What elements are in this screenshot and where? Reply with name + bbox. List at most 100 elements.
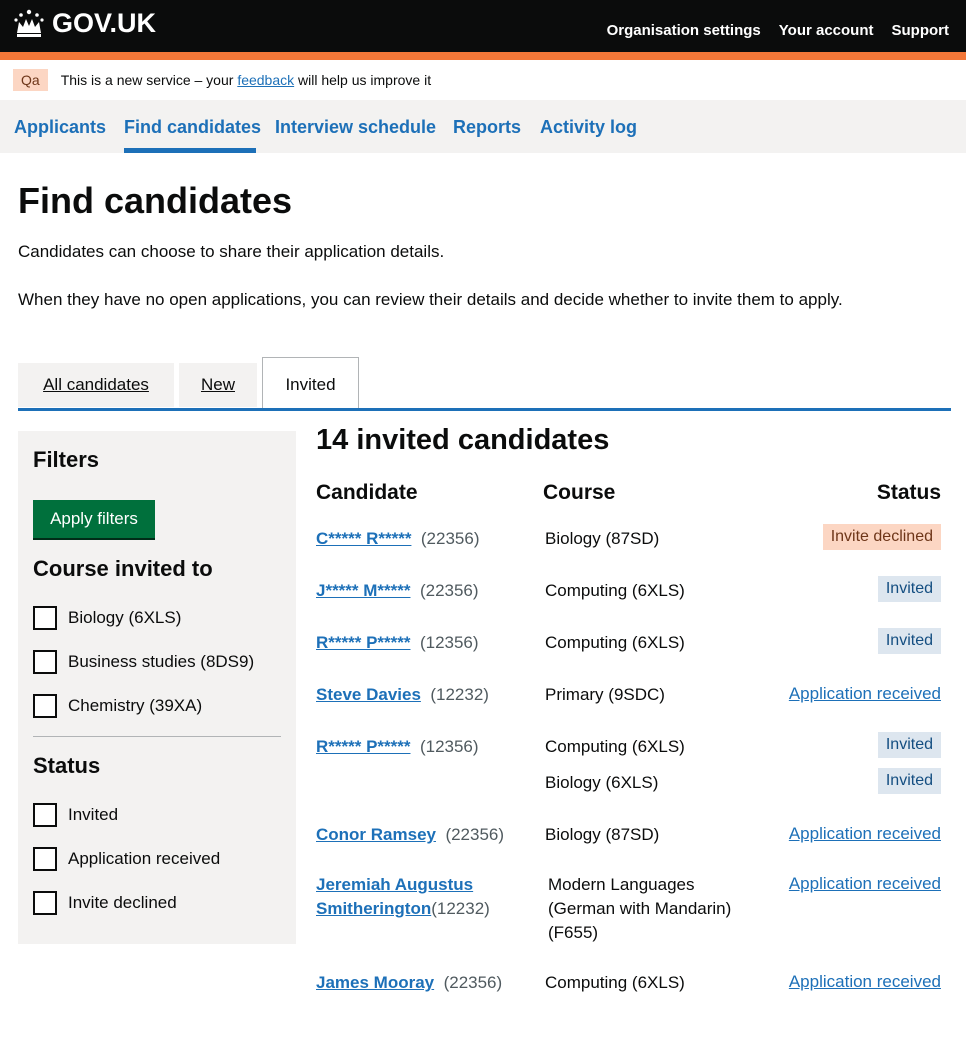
course-filter-option[interactable]: Chemistry (39XA) bbox=[33, 694, 202, 718]
checkbox-label: Biology (6XLS) bbox=[68, 608, 182, 627]
tabs-divider bbox=[18, 408, 951, 411]
status-cell: Application received bbox=[789, 824, 941, 844]
application-received-link[interactable]: Application received bbox=[789, 824, 941, 843]
candidate-course: Modern Languages (German with Mandarin) … bbox=[548, 875, 732, 942]
phase-text-before: This is a new service – your bbox=[60, 72, 238, 88]
candidate-course: Biology (87SD) bbox=[545, 529, 660, 548]
status-filter-heading: Status bbox=[33, 753, 101, 778]
course-filter-option[interactable]: Business studies (8DS9) bbox=[33, 650, 254, 674]
table-row-candidate: Jeremiah Augustus Smitherington(12232) bbox=[316, 873, 531, 921]
checkbox[interactable] bbox=[33, 694, 57, 718]
candidate-id: (22356) bbox=[419, 581, 479, 600]
candidate-link[interactable]: C***** R***** bbox=[316, 529, 411, 548]
header-link-your-account[interactable]: Your account bbox=[779, 22, 874, 39]
candidate-id: (12356) bbox=[419, 737, 479, 756]
govuk-logo-link[interactable]: GOV.UK bbox=[12, 8, 156, 39]
checkbox-label: Application received bbox=[68, 849, 221, 868]
tab-all-candidates-link[interactable]: All candidates bbox=[43, 375, 149, 395]
page-title: Find candidates bbox=[18, 180, 293, 221]
candidate-link[interactable]: R***** P***** bbox=[316, 737, 411, 756]
candidate-course: Computing (6XLS) bbox=[545, 973, 685, 992]
status-cell: Invited bbox=[877, 768, 941, 794]
status-filter-option[interactable]: Invite declined bbox=[33, 891, 177, 915]
application-received-link[interactable]: Application received bbox=[789, 874, 941, 893]
feedback-link[interactable]: feedback bbox=[237, 72, 294, 88]
status-tag: Invited bbox=[877, 576, 941, 602]
checkbox-label: Chemistry (39XA) bbox=[68, 696, 203, 715]
status-tag: Invited bbox=[877, 732, 941, 758]
course-filter-heading: Course invited to bbox=[33, 556, 213, 581]
candidate-course: Computing (6XLS) bbox=[545, 581, 685, 600]
candidate-course: Computing (6XLS) bbox=[545, 737, 685, 756]
status-cell: Invited bbox=[877, 732, 941, 758]
primary-nav: Applicants Find candidates Interview sch… bbox=[0, 100, 966, 153]
nav-active-indicator bbox=[124, 148, 256, 153]
table-row-candidate: Conor Ramsey (22356) bbox=[316, 823, 504, 847]
candidate-id: (12232) bbox=[431, 899, 490, 918]
table-row-candidate: R***** P***** (12356) bbox=[316, 631, 479, 655]
apply-filters-button[interactable]: Apply filters bbox=[33, 500, 155, 538]
lead-paragraph-2: When they have no open applications, you… bbox=[18, 290, 843, 309]
candidate-course: Biology (87SD) bbox=[545, 825, 660, 844]
checkbox-label: Invited bbox=[68, 805, 119, 824]
column-header-candidate: Candidate bbox=[316, 481, 418, 504]
checkbox-label: Invite declined bbox=[68, 893, 177, 912]
candidate-id: (22356) bbox=[443, 973, 503, 992]
tab-new[interactable]: New bbox=[179, 363, 257, 407]
checkbox[interactable] bbox=[33, 847, 57, 871]
checkbox[interactable] bbox=[33, 891, 57, 915]
status-cell: Application received bbox=[789, 972, 941, 992]
candidate-course: Computing (6XLS) bbox=[545, 633, 685, 652]
application-received-link[interactable]: Application received bbox=[789, 972, 941, 991]
candidate-course: Primary (9SDC) bbox=[545, 685, 665, 704]
candidate-link[interactable]: Steve Davies bbox=[316, 685, 421, 704]
application-received-link[interactable]: Application received bbox=[789, 684, 941, 703]
header-link-support[interactable]: Support bbox=[892, 22, 950, 39]
status-cell: Application received bbox=[789, 684, 941, 704]
candidate-id: (12356) bbox=[419, 633, 479, 652]
header-nav: Organisation settings Your account Suppo… bbox=[607, 22, 949, 39]
nav-reports[interactable]: Reports bbox=[453, 117, 521, 138]
candidate-link[interactable]: James Mooray bbox=[316, 973, 434, 992]
checkbox[interactable] bbox=[33, 803, 57, 827]
table-row-candidate: Steve Davies (12232) bbox=[316, 683, 489, 707]
checkbox[interactable] bbox=[33, 606, 57, 630]
candidate-link[interactable]: Conor Ramsey bbox=[316, 825, 436, 844]
header-link-organisation-settings[interactable]: Organisation settings bbox=[607, 22, 761, 39]
checkbox-label: Business studies (8DS9) bbox=[68, 652, 255, 671]
tab-invited[interactable]: Invited bbox=[262, 357, 359, 411]
course-filter-option[interactable]: Biology (6XLS) bbox=[33, 606, 181, 630]
tab-invited-label: Invited bbox=[285, 375, 336, 394]
table-row-candidate: R***** P***** (12356) bbox=[316, 735, 479, 759]
table-row-candidate: C***** R***** (22356) bbox=[316, 527, 480, 551]
column-header-course: Course bbox=[543, 481, 616, 504]
candidate-id: (22356) bbox=[445, 825, 505, 844]
candidate-id: (12232) bbox=[430, 685, 489, 704]
nav-activity-log[interactable]: Activity log bbox=[540, 117, 637, 138]
tab-all-candidates[interactable]: All candidates bbox=[18, 363, 174, 407]
crown-icon bbox=[14, 9, 44, 37]
candidate-link[interactable]: R***** P***** bbox=[316, 633, 411, 652]
status-tag: Invited bbox=[877, 628, 941, 654]
status-filter-option[interactable]: Application received bbox=[33, 847, 220, 871]
status-cell: Invited bbox=[877, 576, 941, 602]
nav-find-candidates[interactable]: Find candidates bbox=[124, 117, 261, 138]
nav-interview-schedule[interactable]: Interview schedule bbox=[275, 117, 436, 138]
status-tag: Invited bbox=[877, 768, 941, 794]
status-tag: Invite declined bbox=[822, 524, 941, 550]
header-accent-bar bbox=[0, 52, 966, 60]
status-cell: Invited bbox=[877, 628, 941, 654]
phase-tag: Qa bbox=[13, 69, 48, 91]
status-cell: Invite declined bbox=[822, 524, 941, 550]
phase-text-after: will help us improve it bbox=[294, 72, 432, 88]
table-row-candidate: J***** M***** (22356) bbox=[316, 579, 479, 603]
lead-paragraph-1: Candidates can choose to share their app… bbox=[18, 242, 445, 261]
nav-applicants[interactable]: Applicants bbox=[14, 117, 106, 138]
checkbox[interactable] bbox=[33, 650, 57, 674]
status-filter-option[interactable]: Invited bbox=[33, 803, 118, 827]
tab-new-link[interactable]: New bbox=[201, 375, 235, 395]
logo-text: GOV.UK bbox=[52, 8, 157, 38]
filters-panel: Filters Apply filters Course invited to … bbox=[18, 431, 296, 944]
filters-heading: Filters bbox=[33, 447, 100, 472]
candidate-link[interactable]: J***** M***** bbox=[316, 581, 411, 600]
